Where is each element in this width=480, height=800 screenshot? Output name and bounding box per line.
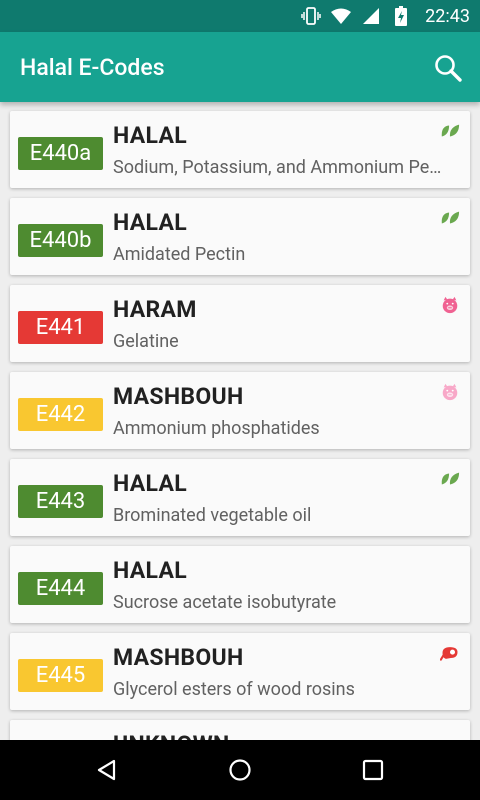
status-label: UNKNOWN <box>113 731 230 740</box>
ecode-description: Glycerol esters of wood rosins <box>113 679 355 700</box>
status-label: HALAL <box>113 122 187 149</box>
list-item[interactable]: UNKNOWN <box>10 720 470 740</box>
back-button[interactable] <box>77 740 137 800</box>
list-item[interactable]: E443 HALAL Brominated vegetable oil <box>10 459 470 536</box>
ecode-list[interactable]: E440a HALAL Sodium, Potassium, and Ammoniu… <box>0 102 480 740</box>
list-item[interactable]: E441 HARAM Gelatine <box>10 285 470 362</box>
pig-icon <box>440 382 460 402</box>
list-item[interactable]: E444 HALAL Sucrose acetate isobutyrate <box>10 546 470 623</box>
status-label: HALAL <box>113 470 187 497</box>
ecode-badge: E441 <box>18 311 103 344</box>
leaf-icon <box>440 469 460 489</box>
meat-icon <box>440 643 460 663</box>
page-title: Halal E-Codes <box>20 53 165 81</box>
status-time: 22:43 <box>425 5 470 27</box>
signal-icon <box>361 6 381 26</box>
list-item[interactable]: E440a HALAL Sodium, Potassium, and Ammoniu… <box>10 111 470 188</box>
ecode-badge: E444 <box>18 572 103 605</box>
list-item[interactable]: E442 MASHBOUH Ammonium phosphatides <box>10 372 470 449</box>
ecode-description: Sodium, Potassium, and Ammonium Pectates <box>113 157 448 178</box>
ecode-badge: E440a <box>18 137 103 170</box>
ecode-badge: E445 <box>18 659 103 692</box>
home-button[interactable] <box>210 740 270 800</box>
vibrate-icon <box>301 6 321 26</box>
status-label: HALAL <box>113 209 187 236</box>
status-label: HALAL <box>113 557 187 584</box>
ecode-description: Sucrose acetate isobutyrate <box>113 592 337 613</box>
list-item[interactable]: E445 MASHBOUH Glycerol esters of wood rosi… <box>10 633 470 710</box>
ecode-description: Ammonium phosphatides <box>113 418 320 439</box>
home-icon <box>229 759 251 781</box>
pig-icon <box>440 295 460 315</box>
battery-charging-icon <box>391 6 411 26</box>
leaf-icon <box>440 208 460 228</box>
ecode-description: Amidated Pectin <box>113 244 246 265</box>
recents-icon <box>363 759 384 781</box>
ecode-description: Gelatine <box>113 331 179 352</box>
search-icon <box>435 55 462 82</box>
navigation-bar <box>0 740 480 800</box>
recents-button[interactable] <box>343 740 403 800</box>
status-label: MASHBOUH <box>113 383 244 410</box>
status-label: HARAM <box>113 296 197 323</box>
list-item[interactable]: E440b HALAL Amidated Pectin <box>10 198 470 275</box>
leaf-icon <box>440 121 460 141</box>
ecode-badge: E440b <box>18 224 103 257</box>
ecode-badge: E442 <box>18 398 103 431</box>
search-button[interactable] <box>432 52 464 84</box>
ecode-description: Brominated vegetable oil <box>113 505 312 526</box>
status-label: MASHBOUH <box>113 644 244 671</box>
wifi-icon <box>331 6 352 26</box>
ecode-badge: E443 <box>18 485 103 518</box>
back-icon <box>97 759 115 781</box>
status-bar: 22:43 <box>0 0 480 32</box>
app-bar: Halal E-Codes <box>0 32 480 102</box>
